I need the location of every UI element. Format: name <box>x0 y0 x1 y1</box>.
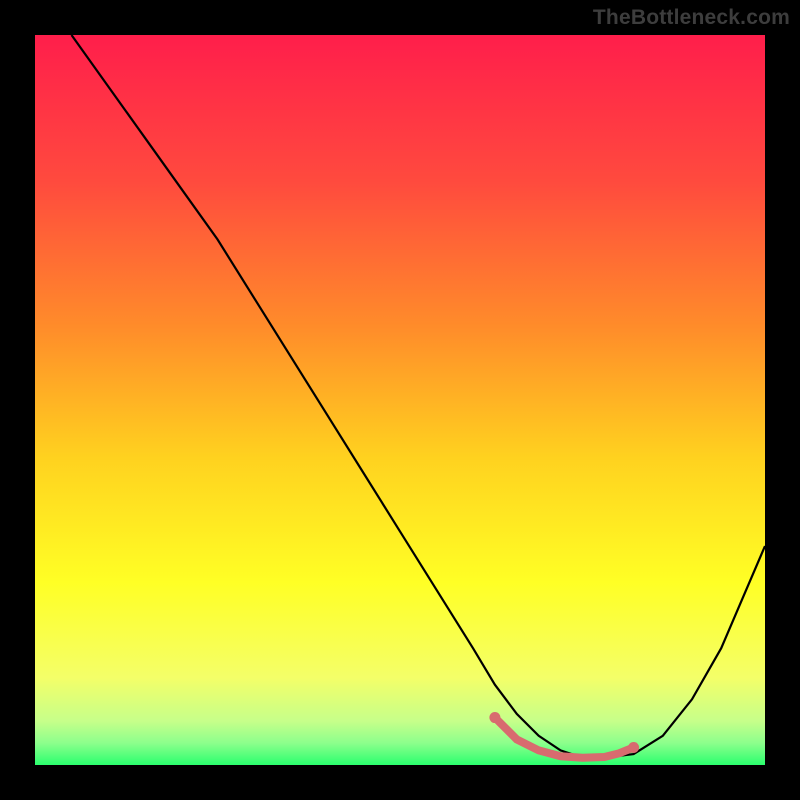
watermark-text: TheBottleneck.com <box>593 6 790 30</box>
plot-area <box>35 35 765 765</box>
valley-endpoint-dot <box>489 712 500 723</box>
gradient-background <box>35 35 765 765</box>
bottleneck-chart <box>35 35 765 765</box>
chart-frame: TheBottleneck.com <box>0 0 800 800</box>
valley-endpoint-dot <box>628 742 639 753</box>
